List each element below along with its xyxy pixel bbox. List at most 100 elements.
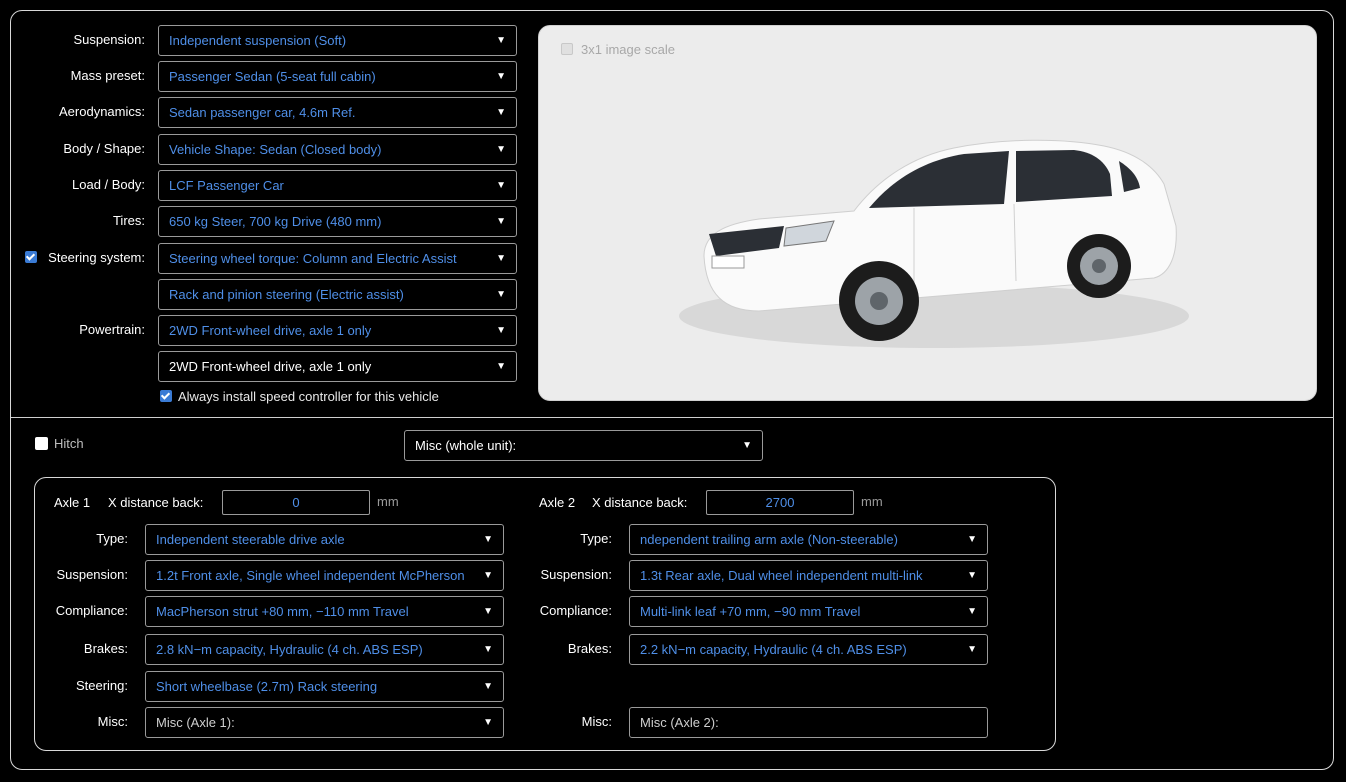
- axle2-unit: mm: [861, 494, 883, 509]
- mass-preset-select[interactable]: Passenger Sedan (5-seat full cabin) ▼: [158, 61, 517, 92]
- axle1-compliance-label: Compliance:: [55, 603, 128, 618]
- load-body-value: LCF Passenger Car: [169, 178, 284, 193]
- chevron-down-icon: ▼: [496, 216, 506, 227]
- misc-whole-unit-select[interactable]: Misc (whole unit): ▼: [404, 430, 763, 461]
- chevron-down-icon: ▼: [483, 534, 493, 545]
- steering-select-2[interactable]: Rack and pinion steering (Electric assis…: [158, 279, 517, 310]
- load-body-select[interactable]: LCF Passenger Car ▼: [158, 170, 517, 201]
- chevron-down-icon: ▼: [967, 534, 977, 545]
- axle1-steering-select[interactable]: Short wheelbase (2.7m) Rack steering ▼: [145, 671, 504, 702]
- axle2-misc-input[interactable]: Misc (Axle 2):: [629, 707, 988, 738]
- steering-select-1[interactable]: Steering wheel torque: Column and Electr…: [158, 243, 517, 274]
- powertrain-select-1[interactable]: 2WD Front-wheel drive, axle 1 only ▼: [158, 315, 517, 346]
- axle2-xdist-input[interactable]: 2700: [706, 490, 854, 515]
- axle2-compliance-label: Compliance:: [539, 603, 612, 618]
- steering-system-checkbox[interactable]: [25, 251, 37, 263]
- axle1-xdist-input[interactable]: 0: [222, 490, 370, 515]
- axle2-xdist-label: X distance back:: [592, 495, 688, 510]
- chevron-down-icon: ▼: [496, 35, 506, 46]
- hitch-checkbox[interactable]: [35, 437, 48, 450]
- axle1-misc-select[interactable]: Misc (Axle 1): ▼: [145, 707, 504, 738]
- axle2-brakes-value: 2.2 kN−m capacity, Hydraulic (4 ch. ABS …: [640, 642, 907, 657]
- axle1-xdist-label: X distance back:: [108, 495, 204, 510]
- axle1-misc-value: Misc (Axle 1):: [156, 715, 235, 730]
- suspension-label: Suspension:: [73, 32, 145, 47]
- powertrain-select-2[interactable]: 2WD Front-wheel drive, axle 1 only ▼: [158, 351, 517, 382]
- axle2-brakes-select[interactable]: 2.2 kN−m capacity, Hydraulic (4 ch. ABS …: [629, 634, 988, 665]
- chevron-down-icon: ▼: [742, 440, 752, 451]
- aerodynamics-value: Sedan passenger car, 4.6m Ref.: [169, 105, 356, 120]
- body-shape-label: Body / Shape:: [63, 141, 145, 156]
- axle1-type-select[interactable]: Independent steerable drive axle ▼: [145, 524, 504, 555]
- axle1-steering-value: Short wheelbase (2.7m) Rack steering: [156, 679, 378, 694]
- load-body-label: Load / Body:: [72, 177, 145, 192]
- suspension-value: Independent suspension (Soft): [169, 33, 347, 48]
- aerodynamics-label: Aerodynamics:: [59, 104, 145, 119]
- axle2-type-label: Type:: [580, 531, 612, 546]
- axle1-compliance-value: MacPherson strut +80 mm, −110 mm Travel: [156, 604, 409, 619]
- chevron-down-icon: ▼: [496, 253, 506, 264]
- steering-system-label: Steering system:: [48, 250, 145, 265]
- chevron-down-icon: ▼: [483, 606, 493, 617]
- steering-value-2: Rack and pinion steering (Electric assis…: [169, 287, 404, 302]
- axle2-title: Axle 2: [539, 495, 576, 510]
- axle2-misc-value: Misc (Axle 2):: [640, 715, 719, 730]
- mass-preset-value: Passenger Sedan (5-seat full cabin): [169, 69, 376, 84]
- axle2-brakes-label: Brakes:: [567, 641, 612, 656]
- axle1-type-label: Type:: [96, 531, 128, 546]
- chevron-down-icon: ▼: [496, 361, 506, 372]
- axle1-suspension-select[interactable]: 1.2t Front axle, Single wheel independen…: [145, 560, 504, 591]
- body-shape-select[interactable]: Vehicle Shape: Sedan (Closed body) ▼: [158, 134, 517, 165]
- speed-controller-label: Always install speed controller for this…: [178, 389, 439, 404]
- chevron-down-icon: ▼: [967, 570, 977, 581]
- axle1-compliance-select[interactable]: MacPherson strut +80 mm, −110 mm Travel ▼: [145, 596, 504, 627]
- mass-preset-label: Mass preset:: [70, 68, 145, 83]
- axle2-compliance-select[interactable]: Multi-link leaf +70 mm, −90 mm Travel ▼: [629, 596, 988, 627]
- axle1-type-value: Independent steerable drive axle: [156, 532, 345, 547]
- axle1-brakes-select[interactable]: 2.8 kN−m capacity, Hydraulic (4 ch. ABS …: [145, 634, 504, 665]
- axle2-suspension-value: 1.3t Rear axle, Dual wheel independent m…: [640, 568, 923, 583]
- section-divider: [11, 417, 1334, 418]
- axle2-misc-label: Misc:: [581, 714, 612, 729]
- axle1-title: Axle 1: [54, 495, 91, 510]
- axle2-suspension-select[interactable]: 1.3t Rear axle, Dual wheel independent m…: [629, 560, 988, 591]
- axle2-type-value: ndependent trailing arm axle (Non-steera…: [640, 532, 898, 547]
- axle1-misc-label: Misc:: [97, 714, 128, 729]
- body-shape-value: Vehicle Shape: Sedan (Closed body): [169, 142, 382, 157]
- axle1-unit: mm: [377, 494, 399, 509]
- powertrain-value-1: 2WD Front-wheel drive, axle 1 only: [169, 323, 372, 338]
- axle2-type-select[interactable]: ndependent trailing arm axle (Non-steera…: [629, 524, 988, 555]
- suspension-select[interactable]: Independent suspension (Soft) ▼: [158, 25, 517, 56]
- chevron-down-icon: ▼: [496, 107, 506, 118]
- axle2-suspension-label: Suspension:: [540, 567, 612, 582]
- vehicle-preview-panel: 3x1 image scale: [538, 25, 1317, 401]
- axle2-compliance-value: Multi-link leaf +70 mm, −90 mm Travel: [640, 604, 861, 619]
- steering-value-1: Steering wheel torque: Column and Electr…: [169, 251, 457, 266]
- chevron-down-icon: ▼: [496, 144, 506, 155]
- axle1-suspension-label: Suspension:: [56, 567, 128, 582]
- image-scale-checkbox[interactable]: [561, 43, 573, 55]
- powertrain-label: Powertrain:: [79, 322, 145, 337]
- chevron-down-icon: ▼: [483, 681, 493, 692]
- chevron-down-icon: ▼: [967, 606, 977, 617]
- speed-controller-checkbox[interactable]: [160, 390, 172, 402]
- misc-whole-unit-value: Misc (whole unit):: [415, 438, 517, 453]
- axle1-suspension-value: 1.2t Front axle, Single wheel independen…: [156, 568, 465, 583]
- chevron-down-icon: ▼: [496, 325, 506, 336]
- chevron-down-icon: ▼: [483, 644, 493, 655]
- axle1-steering-label: Steering:: [75, 678, 128, 693]
- tires-label: Tires:: [112, 213, 145, 228]
- tires-value: 650 kg Steer, 700 kg Drive (480 mm): [169, 214, 382, 229]
- image-scale-label: 3x1 image scale: [581, 42, 675, 57]
- sedan-car-image: [679, 139, 1189, 348]
- aerodynamics-select[interactable]: Sedan passenger car, 4.6m Ref. ▼: [158, 97, 517, 128]
- tires-select[interactable]: 650 kg Steer, 700 kg Drive (480 mm) ▼: [158, 206, 517, 237]
- chevron-down-icon: ▼: [483, 717, 493, 728]
- chevron-down-icon: ▼: [483, 570, 493, 581]
- chevron-down-icon: ▼: [496, 71, 506, 82]
- axle1-brakes-value: 2.8 kN−m capacity, Hydraulic (4 ch. ABS …: [156, 642, 423, 657]
- chevron-down-icon: ▼: [967, 644, 977, 655]
- chevron-down-icon: ▼: [496, 180, 506, 191]
- chevron-down-icon: ▼: [496, 289, 506, 300]
- hitch-label: Hitch: [54, 436, 84, 451]
